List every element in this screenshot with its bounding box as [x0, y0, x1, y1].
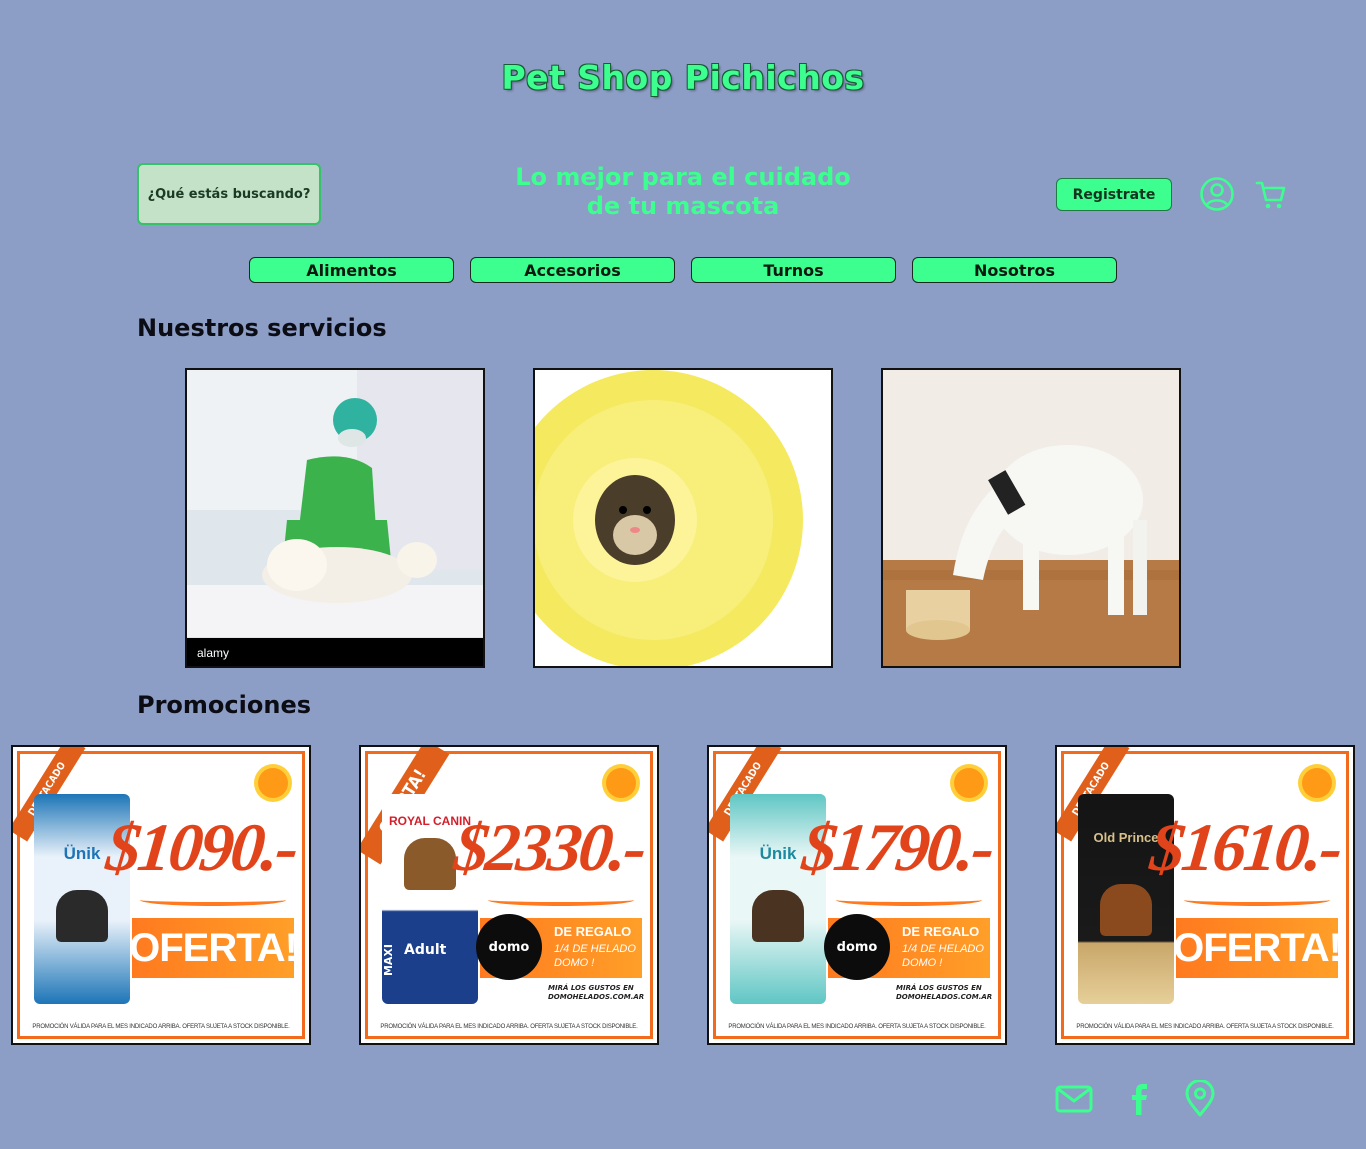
promo-price: $2330.- — [451, 809, 649, 885]
nav-item-accesorios[interactable]: Accesorios — [470, 257, 675, 283]
promotions-title: Promociones — [137, 691, 311, 719]
dog-eating-photo — [883, 370, 1179, 666]
service-image-dog-eating[interactable] — [881, 368, 1181, 668]
promo-price: $1610.- — [1147, 809, 1345, 885]
dog-image — [752, 890, 804, 942]
promo-price: $1090.- — [103, 809, 301, 885]
promo-fine-print: PROMOCIÓN VÁLIDA PARA EL MES INDICADO AR… — [728, 1024, 986, 1030]
gift-website-line-2: DOMOHELADOS.COM.AR — [548, 993, 645, 1001]
gift-website-line-1: MIRÁ LOS GUSTOS EN — [896, 984, 982, 992]
dog-image — [404, 838, 456, 890]
promo-card-1[interactable]: DESTACADO Ünik $1090.- OFERTA! PROMOCIÓN… — [11, 745, 311, 1045]
sun-logo-icon — [606, 768, 636, 798]
gift-subtitle: 1/4 DE HELADO DOMO ! — [902, 942, 984, 970]
nav-item-turnos[interactable]: Turnos — [691, 257, 896, 283]
domo-logo: domo — [476, 914, 542, 980]
gift-subtitle-line-1: 1/4 DE HELADO — [554, 943, 636, 955]
veterinarian-photo: alamy — [187, 370, 483, 666]
gift-subtitle-line-1: 1/4 DE HELADO — [902, 943, 984, 955]
gift-banner: domo DE REGALO 1/4 DE HELADO DOMO ! — [476, 914, 642, 980]
gift-website: MIRÁ LOS GUSTOS EN DOMOHELADOS.COM.AR — [548, 984, 644, 1002]
bag-side-label: MAXI — [382, 944, 395, 977]
promo-card-3[interactable]: DESTACADO Ünik $1790.- domo DE REGALO 1/… — [707, 745, 1007, 1045]
gift-banner: domo DE REGALO 1/4 DE HELADO DOMO ! — [824, 914, 990, 980]
sun-logo-icon — [954, 768, 984, 798]
site-title: Pet Shop Pichichos — [501, 58, 865, 97]
domo-logo: domo — [824, 914, 890, 980]
location-pin-icon[interactable] — [1183, 1080, 1217, 1118]
hamster-ball-photo — [535, 370, 831, 666]
tagline-line-2: de tu mascota — [586, 192, 780, 220]
mail-icon[interactable] — [1054, 1080, 1094, 1118]
tagline-line-1: Lo mejor para el cuidado — [515, 163, 851, 191]
services-title: Nuestros servicios — [137, 314, 387, 342]
promo-fine-print: PROMOCIÓN VÁLIDA PARA EL MES INDICADO AR… — [380, 1024, 638, 1030]
service-image-hamster[interactable] — [533, 368, 833, 668]
user-circle-icon[interactable] — [1199, 176, 1235, 212]
swoosh-decoration — [488, 894, 634, 906]
alamy-watermark: alamy — [197, 646, 229, 660]
promo-price: $1790.- — [799, 809, 997, 885]
oferta-banner: OFERTA! — [1173, 918, 1342, 978]
register-button[interactable]: Registrate — [1056, 178, 1172, 211]
facebook-icon[interactable] — [1124, 1080, 1154, 1118]
gift-website-line-2: DOMOHELADOS.COM.AR — [896, 993, 993, 1001]
oferta-banner: OFERTA! — [129, 918, 298, 978]
swoosh-decoration — [140, 894, 286, 906]
promo-fine-print: PROMOCIÓN VÁLIDA PARA EL MES INDICADO AR… — [32, 1024, 290, 1030]
dog-image — [56, 890, 108, 942]
gift-title: DE REGALO — [902, 924, 980, 939]
service-image-veterinarian[interactable]: alamy — [185, 368, 485, 668]
gift-subtitle-line-2: DOMO ! — [902, 957, 943, 969]
nav-item-nosotros[interactable]: Nosotros — [912, 257, 1117, 283]
swoosh-decoration — [1184, 894, 1330, 906]
nav-item-alimentos[interactable]: Alimentos — [249, 257, 454, 283]
gift-website: MIRÁ LOS GUSTOS EN DOMOHELADOS.COM.AR — [896, 984, 992, 1002]
gift-website-line-1: MIRÁ LOS GUSTOS EN — [548, 984, 634, 992]
bag-label: Adult — [404, 942, 447, 958]
gift-subtitle-line-2: DOMO ! — [554, 957, 595, 969]
promo-card-2[interactable]: OFERTA! ROYAL CANIN Adult MAXI $2330.- d… — [359, 745, 659, 1045]
sun-logo-icon — [1302, 768, 1332, 798]
gift-title: DE REGALO — [554, 924, 632, 939]
search-button[interactable]: ¿Qué estás buscando? — [137, 163, 321, 225]
sun-logo-icon — [258, 768, 288, 798]
promo-card-4[interactable]: DESTACADO Old Prince $1610.- OFERTA! PRO… — [1055, 745, 1355, 1045]
tagline: Lo mejor para el cuidado de tu mascota — [483, 163, 883, 221]
promo-fine-print: PROMOCIÓN VÁLIDA PARA EL MES INDICADO AR… — [1076, 1024, 1334, 1030]
swoosh-decoration — [836, 894, 982, 906]
dog-image — [1100, 884, 1152, 936]
gift-subtitle: 1/4 DE HELADO DOMO ! — [554, 942, 636, 970]
shopping-cart-icon[interactable] — [1254, 177, 1288, 211]
